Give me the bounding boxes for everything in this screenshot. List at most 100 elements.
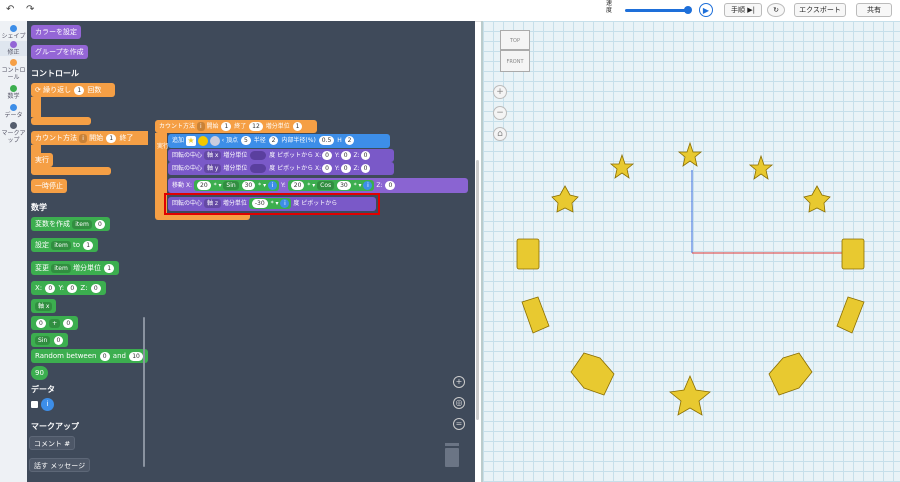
ws-rot2-axis[interactable]: 軸 y [203, 164, 222, 173]
ws-rot1-y[interactable]: 0 [340, 151, 351, 160]
share-button[interactable]: 共有 [856, 3, 892, 17]
export-button[interactable]: エクスポート [794, 3, 846, 17]
ws-count-block[interactable]: カウント方法 i 開始 1 終了 12 増分単位 1 [155, 120, 317, 133]
rail-item-math[interactable]: 数学 [0, 85, 27, 100]
ws-radius[interactable]: 2 [268, 136, 279, 145]
change-var[interactable]: item [51, 263, 71, 273]
repeat-count[interactable]: 1 [74, 85, 85, 95]
ws-rot1-x[interactable]: 0 [322, 151, 332, 160]
code-workspace[interactable] [148, 21, 475, 482]
equals-icon[interactable]: = [453, 418, 465, 430]
ws-rot2-y[interactable]: 0 [340, 164, 351, 173]
hole-toggle-icon[interactable] [209, 135, 220, 146]
ws-move-x-op[interactable]: * ▾ [214, 182, 222, 189]
ws-move-y-op[interactable]: * ▾ [307, 182, 315, 189]
ws-move-block[interactable]: 移動 X: 20 * ▾ Sin 30 * ▾ i Y: 20 * ▾ Cos … [168, 178, 468, 193]
reset-button[interactable]: ↻ [767, 3, 785, 17]
chevron-left-icon[interactable]: ‹ [222, 137, 224, 144]
sin-block[interactable]: Sin 0 [31, 333, 69, 347]
pause-block[interactable]: 一時停止 [31, 179, 67, 193]
random-block[interactable]: Random between 0 and 10 [31, 349, 148, 363]
ws-add-star-block[interactable]: 追加 ★ ‹ 頂点 5 半径 2 内部半径(%) 0.5 H 2 [168, 134, 390, 148]
ws-move-y-expr[interactable]: 20 * ▾ Cos 30 * ▾ i [287, 180, 375, 191]
ws-rot1-z[interactable]: 0 [360, 151, 371, 160]
play-button[interactable]: ▶ [699, 3, 713, 17]
trash-icon[interactable] [443, 443, 461, 467]
comment-block[interactable]: コメント # [29, 436, 76, 450]
data-var-i[interactable]: i [41, 398, 54, 411]
rail-item-shapes[interactable]: シェイプ [0, 25, 27, 40]
sin-value[interactable]: 0 [53, 335, 64, 345]
ws-move-x-expr[interactable]: 20 * ▾ Sin 30 * ▾ i [194, 180, 280, 191]
ws-rot2-value-slot[interactable] [250, 164, 267, 173]
ws-move-z[interactable]: 0 [385, 181, 396, 190]
ws-rot2-x[interactable]: 0 [322, 164, 332, 173]
operator-block[interactable]: 0 + 0 [31, 316, 79, 330]
axis-dropdown[interactable]: 軸 x [35, 301, 53, 311]
workspace-scrollbar[interactable] [476, 160, 479, 420]
ws-inner[interactable]: 0.5 [318, 136, 335, 145]
ws-rot1-axis[interactable]: 軸 x [203, 151, 222, 160]
say-block[interactable]: 話す メッセージ [29, 458, 91, 472]
data-checkbox[interactable] [31, 401, 38, 408]
ws-cos-var[interactable]: i [363, 181, 373, 190]
ws-sin-arg[interactable]: 30 [241, 181, 256, 190]
rail-item-modify[interactable]: 修正 [0, 41, 27, 56]
rail-item-data[interactable]: データ [0, 104, 27, 119]
op-left[interactable]: 0 [36, 318, 46, 328]
rail-item-markup[interactable]: マークアップ [0, 122, 27, 144]
count-block[interactable]: カウント方法 i 開始 1 終了 [31, 131, 148, 145]
xyz-block[interactable]: X: 0 Y: 0 Z: 0 [31, 281, 106, 295]
create-var-name[interactable]: item [72, 219, 92, 229]
undo-icon[interactable]: ↶ [6, 4, 14, 15]
set-var[interactable]: item [51, 240, 71, 250]
ws-move-x[interactable]: 20 [197, 181, 211, 190]
redo-icon[interactable]: ↷ [26, 4, 34, 15]
rail-item-control[interactable]: コントロール [0, 59, 27, 81]
step-button[interactable]: 手順 ▶| [724, 3, 762, 17]
color-swatch[interactable] [197, 135, 208, 146]
random-to[interactable]: 10 [129, 351, 143, 361]
repeat-block[interactable]: ⟳ 繰り返し 1 回数 [31, 83, 115, 97]
ws-cos-op[interactable]: * ▾ [354, 182, 362, 189]
set-value[interactable]: 1 [83, 240, 94, 250]
ws-end[interactable]: 12 [249, 122, 263, 131]
op-right[interactable]: 0 [63, 318, 74, 328]
ws-start[interactable]: 1 [221, 122, 232, 131]
sin-dropdown[interactable]: Sin [35, 335, 51, 345]
axis-block[interactable]: 軸 x [31, 299, 57, 313]
xyz-x[interactable]: 0 [45, 283, 56, 293]
xyz-y[interactable]: 0 [67, 283, 78, 293]
ws-step[interactable]: 1 [292, 122, 303, 131]
ws-rot2-z[interactable]: 0 [360, 164, 371, 173]
set-variable-block[interactable]: 設定 item to 1 [31, 238, 99, 252]
target-icon[interactable]: ◎ [453, 397, 465, 409]
random-from[interactable]: 0 [99, 351, 110, 361]
change-value[interactable]: 1 [104, 263, 115, 273]
set-color-block[interactable]: カラーを設定 [31, 25, 81, 39]
ws-star-points[interactable]: 5 [240, 136, 251, 145]
xyz-z[interactable]: 0 [90, 283, 101, 293]
palette-scrollbar[interactable] [143, 317, 145, 467]
ws-sin-var[interactable]: i [268, 181, 278, 190]
ws-count-var[interactable]: i [196, 122, 205, 131]
speed-slider-handle[interactable] [684, 6, 692, 14]
ws-height[interactable]: 2 [344, 136, 355, 145]
change-variable-block[interactable]: 変更 item 増分単位 1 [31, 261, 120, 275]
count-var-dropdown[interactable]: i [79, 133, 87, 143]
ws-rotate-x-block[interactable]: 回転の中心 軸 x 増分単位 度 ピボットから X: 0 Y: 0 Z: 0 [168, 149, 394, 162]
number-ninety-block[interactable]: 90 [31, 366, 48, 380]
ws-cos-arg[interactable]: 30 [337, 181, 351, 190]
ws-cos[interactable]: Cos [317, 181, 335, 190]
zoom-in-icon[interactable]: + [453, 376, 465, 388]
ws-sin[interactable]: Sin [223, 181, 239, 190]
create-var-value[interactable]: 0 [95, 219, 105, 229]
ws-rotate-y-block[interactable]: 回転の中心 軸 y 増分単位 度 ピボットから X: 0 Y: 0 Z: 0 [168, 162, 394, 175]
ws-move-y[interactable]: 20 [290, 181, 305, 190]
say-value[interactable]: メッセージ [50, 462, 85, 470]
create-group-block[interactable]: グループを作成 [31, 45, 88, 59]
speed-slider[interactable] [625, 9, 687, 12]
op-dropdown[interactable]: + [49, 318, 61, 328]
count-start[interactable]: 1 [106, 133, 117, 143]
ws-sin-op[interactable]: * ▾ [258, 182, 266, 189]
